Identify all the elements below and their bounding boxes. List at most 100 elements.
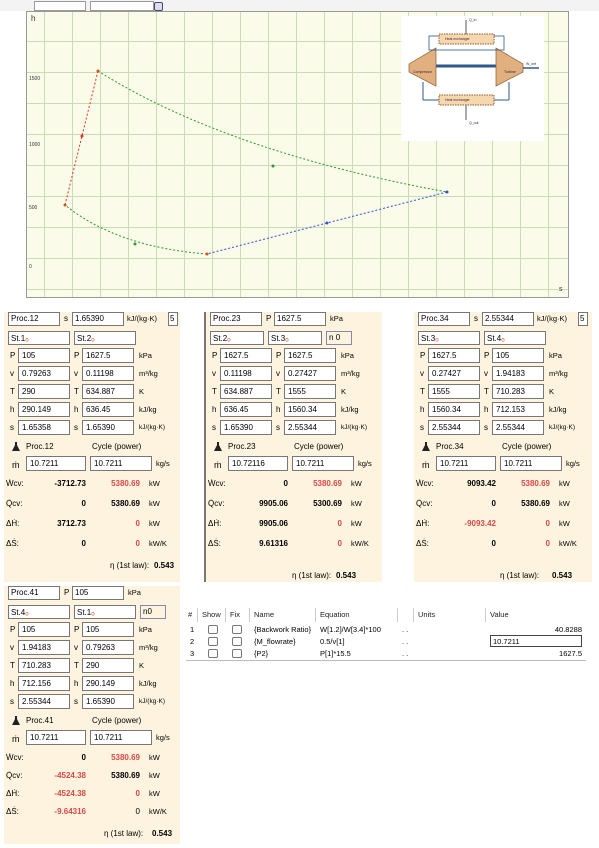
proc41-s-a[interactable]: 2.55344 bbox=[18, 694, 70, 709]
proc23-mdot-a[interactable]: 10.72116 bbox=[228, 456, 288, 471]
proc12-P-a[interactable]: 105 bbox=[18, 348, 70, 363]
proc12-mdot-b[interactable]: 10.7211 bbox=[90, 456, 152, 471]
col-header-units[interactable]: Units bbox=[416, 608, 486, 622]
proc41-T-a[interactable]: 710.283 bbox=[18, 658, 70, 673]
proc12-v-b[interactable]: 0.11198 bbox=[82, 366, 134, 381]
show-checkbox[interactable] bbox=[208, 625, 218, 634]
proc23-T-b[interactable]: 1555 bbox=[284, 384, 336, 399]
toolbar-dropdown-1[interactable] bbox=[34, 1, 86, 11]
proc34-T-a[interactable]: 1555 bbox=[428, 384, 480, 399]
proc23-n-input[interactable]: n 0 bbox=[326, 331, 352, 345]
proc12-Q-symbol: Q̇cv: bbox=[6, 499, 23, 508]
show-checkbox[interactable] bbox=[208, 649, 218, 658]
proc41-v-b[interactable]: 0.79263 bbox=[82, 640, 134, 655]
proc41-h-b[interactable]: 290.149 bbox=[82, 676, 134, 691]
proc41-n-input[interactable]: n0 bbox=[140, 605, 166, 619]
row-number: 3 bbox=[190, 649, 195, 658]
proc41-mdot-b[interactable]: 10.7211 bbox=[90, 730, 152, 745]
row-value-selected[interactable]: 10.7211 bbox=[490, 635, 582, 647]
proc34-s-b[interactable]: 2.55344 bbox=[492, 420, 544, 435]
toolbar-dropdown-2[interactable] bbox=[90, 1, 154, 11]
proc41-s-b[interactable]: 1.65390 bbox=[82, 694, 134, 709]
proc12-h-b[interactable]: 636.45 bbox=[82, 402, 134, 417]
proc41-state-a-selector[interactable]: St.4ₒ bbox=[8, 605, 70, 619]
col-header-fix[interactable]: Fix bbox=[228, 608, 250, 622]
row-edit-dots[interactable]: . . bbox=[402, 624, 408, 635]
proc23-P-a[interactable]: 1627.5 bbox=[220, 348, 272, 363]
proc41-P-b[interactable]: 105 bbox=[82, 622, 134, 637]
proc23-mdot-b[interactable]: 10.7211 bbox=[292, 456, 354, 471]
proc23-p-input[interactable]: 1627.5 bbox=[274, 312, 326, 326]
row-equation[interactable]: W[1.2]/W[3.4]*100 bbox=[320, 624, 400, 635]
col-header-value[interactable]: Value bbox=[488, 608, 586, 622]
row-edit-dots[interactable]: . . bbox=[402, 648, 408, 659]
proc12-selector[interactable]: Proc.12 bbox=[8, 312, 60, 326]
proc34-selector[interactable]: Proc.34 bbox=[418, 312, 470, 326]
proc41-state-b-selector[interactable]: St.1ₒ bbox=[74, 605, 136, 619]
proc41-v-symbol: v bbox=[10, 643, 14, 652]
proc23-state-b-selector[interactable]: St.3ₒ bbox=[268, 331, 322, 345]
proc23-selector[interactable]: Proc.23 bbox=[210, 312, 262, 326]
proc23-s-b[interactable]: 2.55344 bbox=[284, 420, 336, 435]
proc23-T-a[interactable]: 634.887 bbox=[220, 384, 272, 399]
proc23-v-a[interactable]: 0.11198 bbox=[220, 366, 272, 381]
proc34-eta-value: 0.543 bbox=[552, 571, 573, 580]
col-header-equation[interactable]: Equation bbox=[318, 608, 398, 622]
proc34-s-select[interactable]: 5 bbox=[578, 312, 588, 326]
proc34-mdot-a[interactable]: 10.7211 bbox=[436, 456, 496, 471]
show-checkbox[interactable] bbox=[208, 637, 218, 646]
proc34-v-b[interactable]: 1.94183 bbox=[492, 366, 544, 381]
proc23-h-b[interactable]: 1560.34 bbox=[284, 402, 336, 417]
proc34-eta-label: η (1st law): bbox=[500, 571, 540, 580]
proc41-mdot-a[interactable]: 10.7211 bbox=[26, 730, 86, 745]
proc34-s-input[interactable]: 2.55344 bbox=[482, 312, 534, 326]
proc12-T-a[interactable]: 290 bbox=[18, 384, 70, 399]
proc12-mdot-a[interactable]: 10.7211 bbox=[26, 456, 86, 471]
proc34-v-a[interactable]: 0.27427 bbox=[428, 366, 480, 381]
col-header-show[interactable]: Show bbox=[200, 608, 226, 622]
proc41-p-input[interactable]: 105 bbox=[72, 586, 124, 600]
fix-checkbox[interactable] bbox=[232, 625, 242, 634]
col-header-name[interactable]: Name bbox=[252, 608, 316, 622]
proc23-h-a[interactable]: 636.45 bbox=[220, 402, 272, 417]
proc23-P-b[interactable]: 1627.5 bbox=[284, 348, 336, 363]
proc41-P-a[interactable]: 105 bbox=[18, 622, 70, 637]
proc34-h-b[interactable]: 712.153 bbox=[492, 402, 544, 417]
row-edit-dots[interactable]: . . bbox=[402, 636, 408, 647]
row-equation[interactable]: 0.5/v[1] bbox=[320, 636, 400, 647]
proc41-h-a[interactable]: 712.156 bbox=[18, 676, 70, 691]
proc12-v-a[interactable]: 0.79263 bbox=[18, 366, 70, 381]
proc34-h-a[interactable]: 1560.34 bbox=[428, 402, 480, 417]
proc34-state-a-selector[interactable]: St.3ₒ bbox=[418, 331, 480, 345]
proc34-s-a[interactable]: 2.55344 bbox=[428, 420, 480, 435]
proc23-v-b[interactable]: 0.27427 bbox=[284, 366, 336, 381]
proc12-state-b-selector[interactable]: St.2ₒ bbox=[74, 331, 136, 345]
proc23-P-symbol-b: P bbox=[276, 351, 282, 360]
fix-checkbox[interactable] bbox=[232, 637, 242, 646]
proc41-T-b[interactable]: 290 bbox=[82, 658, 134, 673]
proc34-mdot-b[interactable]: 10.7211 bbox=[500, 456, 562, 471]
row-equation[interactable]: P[1]*15.5 bbox=[320, 648, 400, 659]
proc12-P-b[interactable]: 1627.5 bbox=[82, 348, 134, 363]
proc23-state-a-selector[interactable]: St.2ₒ bbox=[210, 331, 264, 345]
proc12-s-input[interactable]: 1.65390 bbox=[72, 312, 124, 326]
proc12-s-select[interactable]: 5 bbox=[168, 312, 178, 326]
flask-icon bbox=[422, 442, 430, 451]
proc23-s-a[interactable]: 1.65390 bbox=[220, 420, 272, 435]
proc12-h-a[interactable]: 290.149 bbox=[18, 402, 70, 417]
proc41-Q-symbol: Q̇cv: bbox=[6, 771, 23, 780]
proc34-state-b-selector[interactable]: St.4ₒ bbox=[484, 331, 546, 345]
proc12-s-b[interactable]: 1.65390 bbox=[82, 420, 134, 435]
proc34-P-b[interactable]: 105 bbox=[492, 348, 544, 363]
flask-icon bbox=[214, 442, 222, 451]
proc41-v-a[interactable]: 1.94183 bbox=[18, 640, 70, 655]
proc34-P-a[interactable]: 1627.5 bbox=[428, 348, 480, 363]
proc12-state-a-selector[interactable]: St.1ₒ bbox=[8, 331, 70, 345]
fix-checkbox[interactable] bbox=[232, 649, 242, 658]
proc12-T-b[interactable]: 634.887 bbox=[82, 384, 134, 399]
proc34-T-b[interactable]: 710.283 bbox=[492, 384, 544, 399]
toolbar-settings-icon[interactable] bbox=[154, 2, 163, 11]
proc41-selector[interactable]: Proc.41 bbox=[8, 586, 60, 600]
proc23-W-unit: kW bbox=[351, 479, 362, 488]
proc12-s-a[interactable]: 1.65358 bbox=[18, 420, 70, 435]
